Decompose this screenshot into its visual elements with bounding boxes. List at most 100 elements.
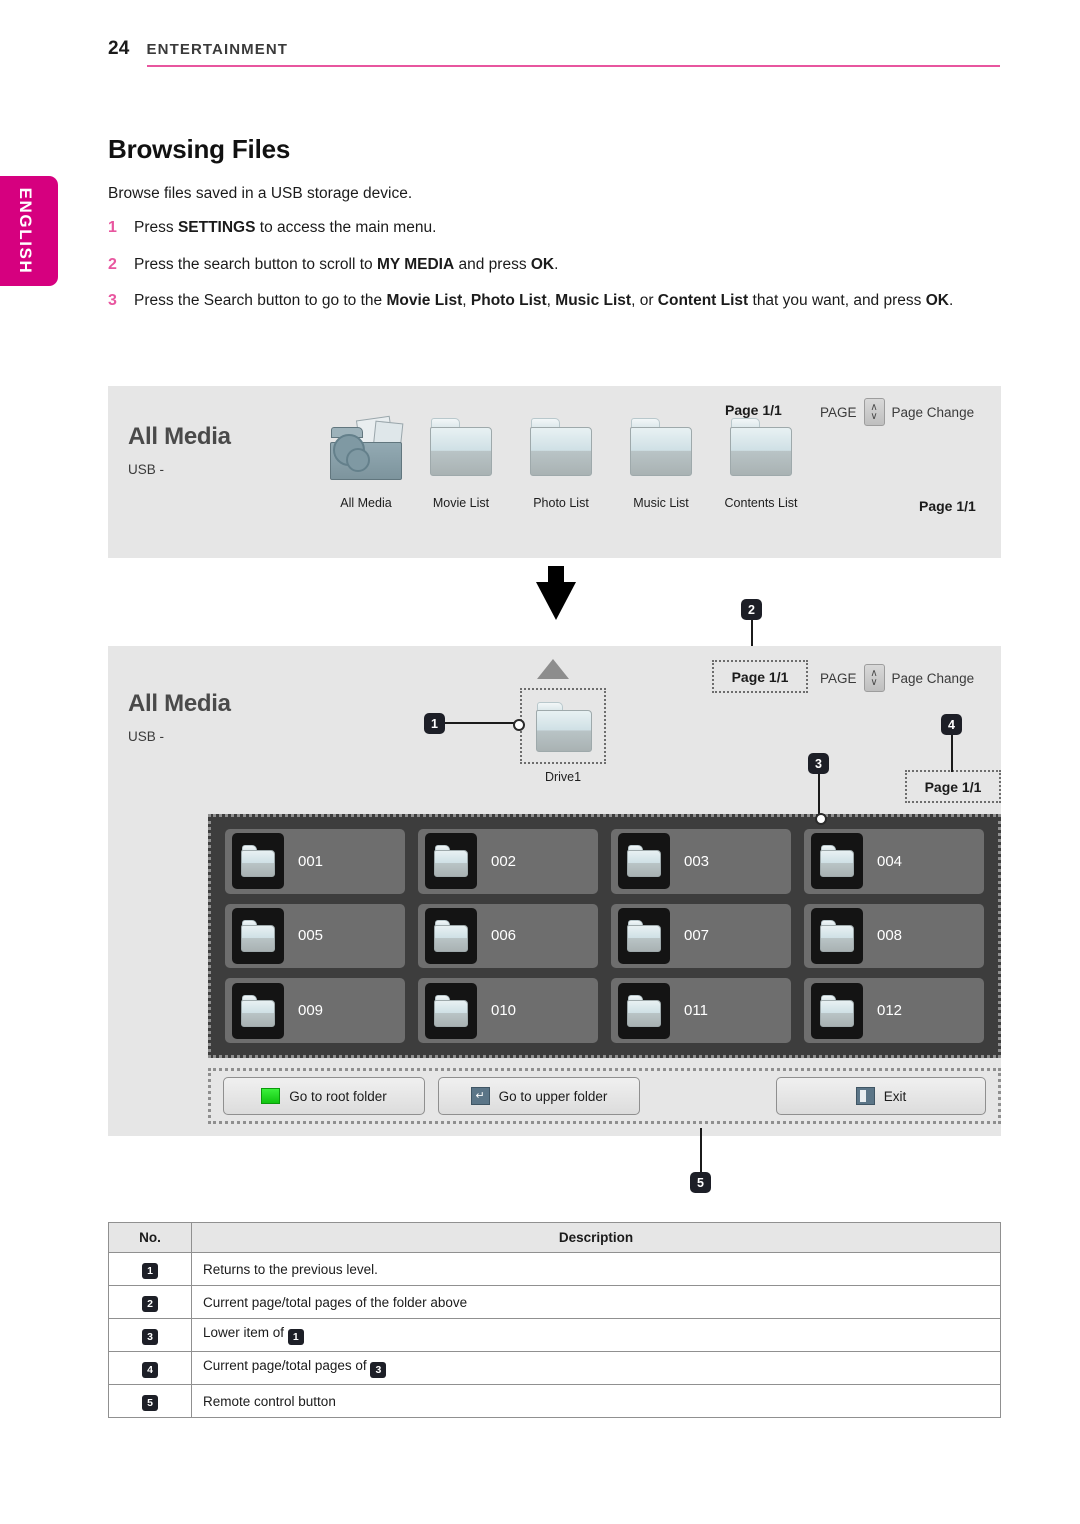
folder-tile[interactable]: 007 bbox=[611, 903, 791, 969]
folder-tile-label: 005 bbox=[298, 927, 324, 945]
screen-button-bar: Go to root folder ↵ Go to upper folder E… bbox=[208, 1068, 1001, 1124]
step-number: 2 bbox=[108, 255, 117, 273]
legend-desc-cell: Current page/total pages of the folder a… bbox=[191, 1285, 1001, 1319]
legend-no-cell: 5 bbox=[108, 1384, 192, 1418]
media-icon-label: Music List bbox=[633, 496, 689, 510]
callout-anchor-3 bbox=[815, 813, 827, 825]
screen-source-label: USB - bbox=[128, 462, 165, 477]
page-change-prefix: PAGE bbox=[820, 404, 857, 420]
folder-grid-area: 001 002 003 004 005 006 007 008 009 010 … bbox=[208, 814, 1001, 1058]
green-square-icon bbox=[261, 1088, 281, 1104]
media-icon-label: Contents List bbox=[724, 496, 798, 510]
step-number: 3 bbox=[108, 292, 117, 310]
all-media-icon[interactable] bbox=[330, 415, 404, 480]
legend-desc-cell: Remote control button bbox=[191, 1384, 1001, 1418]
legend-table: No. Description 1 Returns to the previou… bbox=[108, 1222, 1001, 1418]
exit-label: Exit bbox=[883, 1088, 907, 1104]
step-text: Press SETTINGS to access the main menu. bbox=[134, 219, 437, 236]
folder-tile[interactable]: 002 bbox=[418, 829, 598, 894]
step-text: Press the Search button to go to the Mov… bbox=[134, 292, 954, 310]
folder-tile-label: 008 bbox=[877, 927, 903, 945]
table-row: 4 Current page/total pages of 3 bbox=[108, 1351, 1001, 1385]
table-row: 3 Lower item of 1 bbox=[108, 1318, 1001, 1352]
folder-tile-label: 011 bbox=[684, 1002, 708, 1020]
callout-badge-3: 3 bbox=[808, 753, 829, 774]
folder-tile[interactable]: 012 bbox=[804, 978, 984, 1043]
folder-tile-label: 004 bbox=[877, 852, 903, 870]
legend-col-no: No. bbox=[108, 1222, 192, 1253]
legend-badge: 4 bbox=[142, 1362, 158, 1378]
step-item: 1 Press SETTINGS to access the main menu… bbox=[108, 217, 1010, 240]
legend-header-row: No. Description bbox=[108, 1222, 1001, 1253]
media-icon-label: All Media bbox=[340, 496, 392, 510]
go-to-upper-folder-label: Go to upper folder bbox=[498, 1088, 608, 1104]
table-row: 5 Remote control button bbox=[108, 1384, 1001, 1418]
folder-thumb-icon bbox=[618, 982, 670, 1039]
callout-badge-2: 2 bbox=[741, 599, 762, 620]
legend-badge: 2 bbox=[142, 1296, 158, 1312]
step-number: 1 bbox=[108, 219, 117, 236]
drive-label: Drive1 bbox=[544, 770, 582, 784]
page-indicator-top-box: Page 1/1 bbox=[712, 660, 808, 693]
folder-tile[interactable]: 005 bbox=[225, 903, 405, 969]
header-rule bbox=[147, 65, 1000, 67]
go-to-upper-folder-button[interactable]: ↵ Go to upper folder bbox=[438, 1077, 640, 1115]
chevron-down-icon: ∨ bbox=[870, 411, 878, 422]
step-text: Press the search button to scroll to MY … bbox=[134, 255, 559, 273]
folder-tile[interactable]: 006 bbox=[418, 903, 598, 969]
folder-grid: 001 002 003 004 005 006 007 008 009 010 … bbox=[225, 829, 984, 1043]
folder-thumb-icon bbox=[618, 907, 670, 964]
folder-thumb-icon bbox=[425, 982, 477, 1039]
folder-tile[interactable]: 009 bbox=[225, 978, 405, 1043]
folder-tile-label: 006 bbox=[491, 927, 517, 945]
drive-folder-icon[interactable] bbox=[536, 702, 592, 752]
folder-thumb-icon bbox=[811, 907, 863, 964]
page-change-label: Page Change bbox=[891, 670, 975, 686]
legend-badge: 5 bbox=[142, 1395, 158, 1411]
page-indicator-bottom-box: Page 1/1 bbox=[905, 770, 1001, 803]
step-item: 2 Press the search button to scroll to M… bbox=[108, 254, 1010, 277]
screen-title: All Media bbox=[128, 690, 231, 717]
folder-thumb-icon bbox=[811, 833, 863, 890]
page-updown-button[interactable]: ∧ ∨ bbox=[863, 664, 885, 692]
page-indicator: Page 1/1 bbox=[725, 402, 782, 418]
folder-icon[interactable] bbox=[530, 418, 592, 476]
exit-button[interactable]: Exit bbox=[776, 1077, 986, 1115]
page-change-control[interactable]: PAGE ∧ ∨ Page Change bbox=[820, 664, 974, 692]
folder-thumb-icon bbox=[232, 982, 284, 1039]
media-icon-label: Movie List bbox=[432, 496, 490, 510]
up-triangle-icon bbox=[537, 659, 569, 679]
page-change-control[interactable]: PAGE ∧ ∨ Page Change bbox=[820, 398, 974, 426]
intro-block: Browsing Files Browse files saved in a U… bbox=[108, 134, 1010, 313]
folder-tile-label: 001 bbox=[298, 852, 324, 870]
legend-no-cell: 4 bbox=[108, 1351, 192, 1385]
folder-icon[interactable] bbox=[630, 418, 692, 476]
folder-thumb-icon bbox=[618, 833, 670, 890]
folder-icon[interactable] bbox=[430, 418, 492, 476]
go-to-root-folder-button[interactable]: Go to root folder bbox=[223, 1077, 425, 1115]
folder-tile-label: 012 bbox=[877, 1002, 903, 1020]
steps-list: 1 Press SETTINGS to access the main menu… bbox=[108, 217, 1010, 313]
legend-no-cell: 3 bbox=[108, 1318, 192, 1352]
page-updown-button[interactable]: ∧ ∨ bbox=[863, 398, 885, 426]
folder-tile[interactable]: 003 bbox=[611, 829, 791, 894]
folder-icon[interactable] bbox=[730, 418, 792, 476]
callout-anchor-1 bbox=[513, 719, 525, 731]
folder-tile[interactable]: 001 bbox=[225, 829, 405, 894]
language-tab-label: ENGLISH bbox=[16, 187, 35, 275]
callout-leader-3 bbox=[818, 774, 820, 818]
folder-tile[interactable]: 004 bbox=[804, 829, 984, 894]
folder-tile[interactable]: 008 bbox=[804, 903, 984, 969]
callout-badge-4: 4 bbox=[941, 714, 962, 735]
legend-desc-cell: Lower item of 1 bbox=[191, 1318, 1001, 1352]
legend-badge: 1 bbox=[142, 1263, 158, 1279]
intro-lead: Browse files saved in a USB storage devi… bbox=[108, 185, 413, 202]
page-indicator-lower: Page 1/1 bbox=[919, 498, 976, 514]
folder-thumb-icon bbox=[232, 833, 284, 890]
folder-tile[interactable]: 011 bbox=[611, 978, 791, 1043]
language-tab: ENGLISH bbox=[0, 176, 58, 286]
folder-tile[interactable]: 010 bbox=[418, 978, 598, 1043]
screen-source-label: USB - bbox=[128, 729, 165, 744]
screen-title: All Media bbox=[128, 423, 231, 450]
table-row: 1 Returns to the previous level. bbox=[108, 1252, 1001, 1286]
